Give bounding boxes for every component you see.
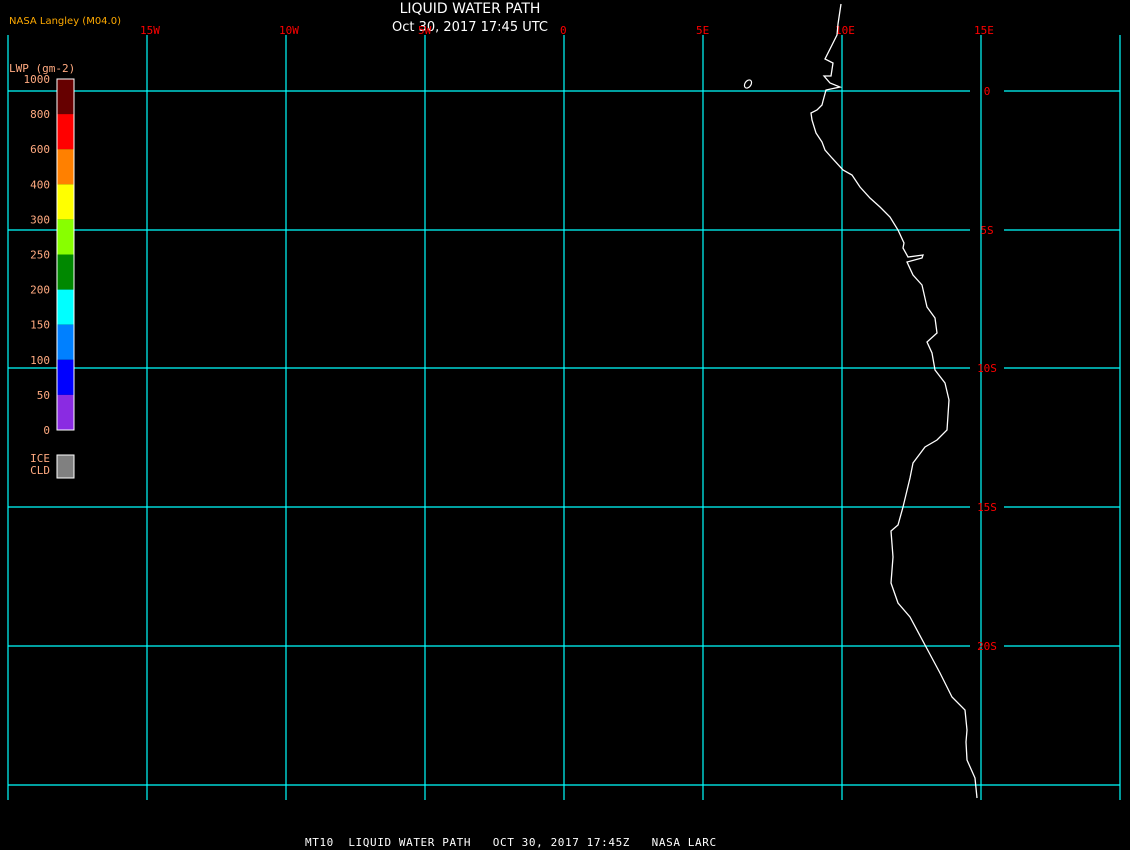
colorbar-tick-label: 50: [37, 389, 50, 402]
colorbar-tick-label: 600: [30, 143, 50, 156]
latitude-label: 5S: [980, 224, 993, 237]
colorbar-tick-label: 1000: [24, 73, 51, 86]
colorbar-tick-label: 0: [43, 424, 50, 437]
coastline: [810, 3, 978, 799]
colorbar-segment: [57, 394, 74, 430]
colorbar-tick-label: 400: [30, 178, 50, 191]
cloud-label: CLD: [30, 464, 50, 477]
longitude-label: 15W: [140, 24, 160, 37]
map-canvas: 15W 10W 5W 0 5E 10E 15E05S10S15S20S LWP (gm-2)…: [7, 3, 1121, 800]
colorbar-segment: [57, 114, 74, 150]
footer-caption: MT10 LIQUID WATER PATH OCT 30, 2017 17:4…: [305, 836, 717, 849]
ice-cloud-swatch: [56, 454, 75, 479]
latitude-label: 0: [984, 85, 991, 98]
latitude-label: 15S: [977, 501, 997, 514]
longitude-label: 5W: [418, 24, 432, 37]
colorbar-tick-label: 200: [30, 284, 50, 297]
longitude-label: 0: [560, 24, 567, 37]
graticule-labels: 15W 10W 5W 0 5E 10E 15E05S10S15S20S: [140, 24, 997, 653]
colorbar-tick-label: 100: [30, 354, 50, 367]
latitude-label: 20S: [977, 640, 997, 653]
latitude-label: 10S: [977, 362, 997, 375]
colorbar-segment: [57, 289, 74, 325]
colorbar-tick-label: 300: [30, 213, 50, 226]
colorbar-tick-label: 250: [30, 249, 50, 262]
longitude-label: 15E: [974, 24, 994, 37]
island: [743, 79, 753, 89]
colorbar-segment: [57, 254, 74, 290]
longitude-label: 5E: [696, 24, 709, 37]
longitude-label: 10W: [279, 24, 299, 37]
color-legend: LWP (gm-2) 10008006004003002502001501005…: [9, 62, 75, 479]
colorbar-segment: [57, 359, 74, 395]
colorbar-segment: [57, 324, 74, 360]
colorbar-segment: [57, 219, 74, 255]
colorbar-tick-label: 800: [30, 108, 50, 121]
colorbar-tick-label: 150: [30, 319, 50, 332]
colorbar-segment: [57, 184, 74, 220]
colorbar-segment: [57, 149, 74, 185]
colorbar-segment: [57, 79, 74, 115]
graticule: [7, 35, 1121, 800]
